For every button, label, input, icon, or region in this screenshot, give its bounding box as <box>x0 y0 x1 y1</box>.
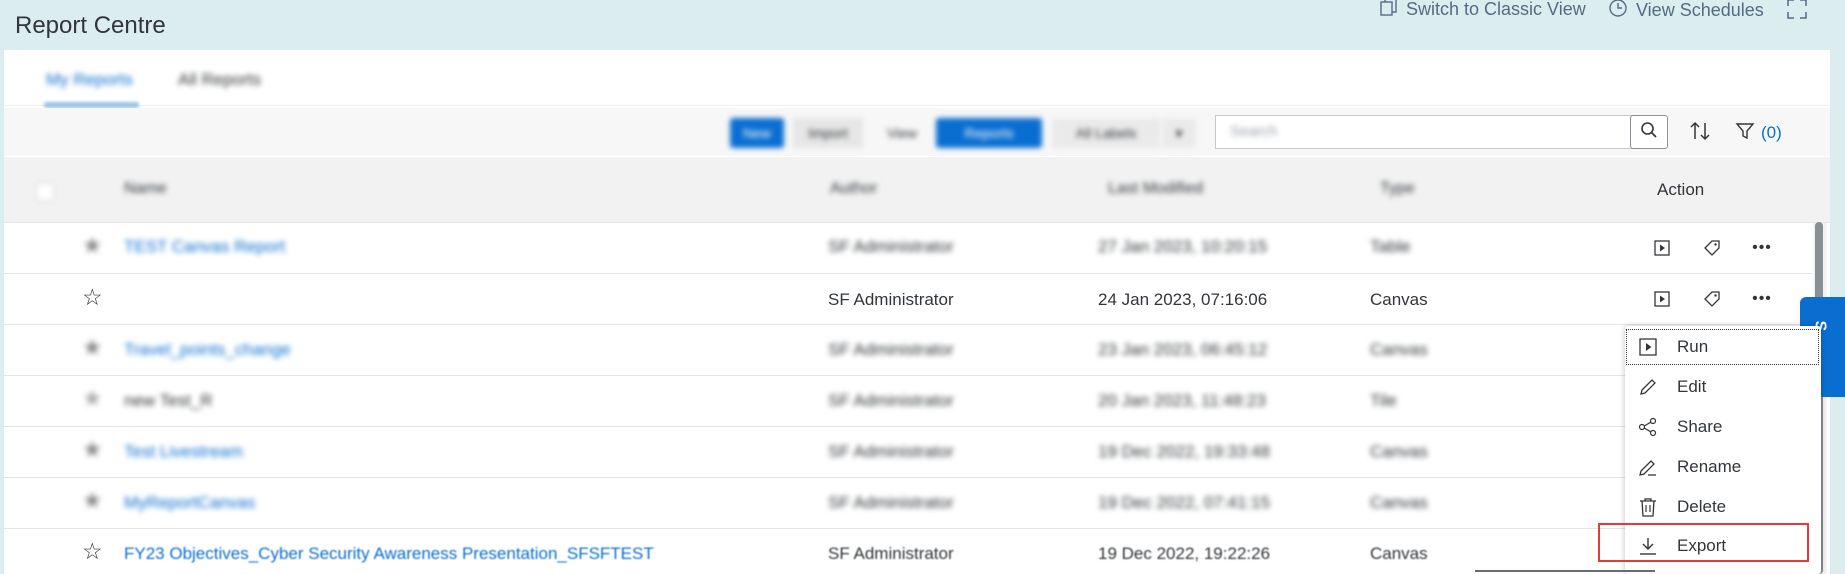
report-modified: 19 Dec 2022, 19:33:48 <box>1098 442 1271 461</box>
report-name-link[interactable]: new Test_R <box>124 391 213 411</box>
pencil-icon <box>1637 376 1659 398</box>
search-input[interactable] <box>1215 115 1633 149</box>
column-header-type[interactable]: Type <box>1380 180 1415 198</box>
clock-icon <box>1608 0 1628 23</box>
report-name-link[interactable]: TEST Canvas Report <box>124 237 285 257</box>
report-author: SF Administrator <box>828 391 954 410</box>
report-modified: 19 Dec 2022, 19:22:26 <box>1098 544 1271 563</box>
search-button[interactable] <box>1630 115 1668 149</box>
report-name-link[interactable]: Travel_points_change <box>124 340 291 360</box>
report-name-link[interactable]: Test Livestream <box>124 442 243 462</box>
report-author: SF Administrator <box>828 340 954 359</box>
sort-icon <box>1688 119 1712 148</box>
table-header <box>4 157 1830 223</box>
page-title: Report Centre <box>15 12 166 39</box>
switch-classic-label: Switch to Classic View <box>1406 0 1586 19</box>
menu-item-delete[interactable]: Delete <box>1625 487 1821 527</box>
search-icon <box>1640 121 1658 144</box>
tab-my-reports[interactable]: My Reports <box>46 70 133 90</box>
menu-item-label: Delete <box>1677 497 1727 516</box>
run-icon <box>1637 336 1659 358</box>
copy-icon <box>1380 0 1398 21</box>
report-name-link[interactable]: MyReportCanvas <box>124 493 255 513</box>
trash-icon <box>1637 496 1659 518</box>
chevron-down-icon[interactable]: ▾ <box>1162 118 1196 148</box>
star-icon[interactable]: ★ <box>82 334 103 361</box>
all-labels-select[interactable]: All Labels <box>1052 118 1160 148</box>
report-type: Canvas <box>1370 493 1428 512</box>
report-name-link[interactable]: FY23 Objectives_Cyber Security Awareness… <box>124 544 654 564</box>
menu-item-edit[interactable]: Edit <box>1625 367 1821 407</box>
report-type: Canvas <box>1370 290 1428 309</box>
tag-icon[interactable] <box>1700 287 1724 311</box>
report-author: SF Administrator <box>828 290 954 309</box>
report-modified: 24 Jan 2023, 07:16:06 <box>1098 290 1268 309</box>
star-icon[interactable]: ☆ <box>82 284 103 311</box>
menu-item-share[interactable]: Share <box>1625 407 1821 447</box>
filter-count: (0) <box>1761 123 1782 142</box>
report-author: SF Administrator <box>828 237 954 256</box>
report-modified: 19 Dec 2022, 07:41:15 <box>1098 493 1271 512</box>
tag-icon[interactable] <box>1700 236 1724 260</box>
run-icon[interactable] <box>1650 236 1674 260</box>
menu-item-rename[interactable]: Rename <box>1625 447 1821 487</box>
fullscreen-icon[interactable] <box>1786 0 1808 25</box>
share-icon <box>1637 416 1659 438</box>
menu-item-label: Edit <box>1677 377 1707 396</box>
report-author: SF Administrator <box>828 493 954 512</box>
report-author: SF Administrator <box>828 442 954 461</box>
report-type: Canvas <box>1370 544 1428 563</box>
tab-all-reports[interactable]: All Reports <box>178 70 261 90</box>
report-type: Table <box>1370 237 1411 256</box>
view-schedules-link[interactable]: View Schedules <box>1608 0 1764 23</box>
star-icon[interactable]: ☆ <box>82 538 103 565</box>
report-type: Canvas <box>1370 340 1428 359</box>
run-icon[interactable] <box>1650 287 1674 311</box>
report-author: SF Administrator <box>828 544 954 563</box>
sort-button[interactable] <box>1683 117 1717 149</box>
more-options-icon[interactable]: ••• <box>1750 287 1774 311</box>
column-header-name[interactable]: Name <box>124 180 167 198</box>
report-type: Tile <box>1370 391 1397 410</box>
filter-icon <box>1735 121 1755 146</box>
export-highlight-box <box>1598 523 1809 562</box>
switch-classic-view-link[interactable]: Switch to Classic View <box>1380 0 1586 21</box>
more-options-icon[interactable]: ••• <box>1750 236 1774 260</box>
star-icon[interactable]: ★ <box>82 385 103 412</box>
menu-item-run[interactable]: Run <box>1625 327 1821 367</box>
new-button[interactable]: New <box>730 118 784 148</box>
menu-item-label: Share <box>1677 417 1723 436</box>
star-icon[interactable]: ★ <box>82 232 103 259</box>
report-modified: 20 Jan 2023, 11:48:23 <box>1098 391 1266 410</box>
column-header-action: Action <box>1657 180 1705 199</box>
column-header-author[interactable]: Author <box>830 180 877 198</box>
reports-button[interactable]: Reports <box>936 118 1042 148</box>
star-icon[interactable]: ★ <box>82 487 103 514</box>
column-header-last-modified[interactable]: Last Modified <box>1108 180 1203 198</box>
divider <box>1475 570 1655 572</box>
report-modified: 23 Jan 2023, 06:45:12 <box>1098 340 1268 359</box>
search-placeholder: Search <box>1230 123 1278 140</box>
report-modified: 27 Jan 2023, 10:20:15 <box>1098 237 1268 256</box>
menu-item-label: Rename <box>1677 457 1742 476</box>
view-schedules-label: View Schedules <box>1636 0 1764 20</box>
report-type: Canvas <box>1370 442 1428 461</box>
star-icon[interactable]: ★ <box>82 436 103 463</box>
view-button[interactable]: View <box>872 118 932 148</box>
filter-button[interactable]: (0) <box>1735 117 1782 149</box>
import-button[interactable]: Import <box>793 118 863 148</box>
select-all-checkbox[interactable] <box>36 183 54 201</box>
menu-item-label: Run <box>1677 337 1709 356</box>
tab-bar <box>4 50 1830 106</box>
rename-icon <box>1637 456 1659 478</box>
